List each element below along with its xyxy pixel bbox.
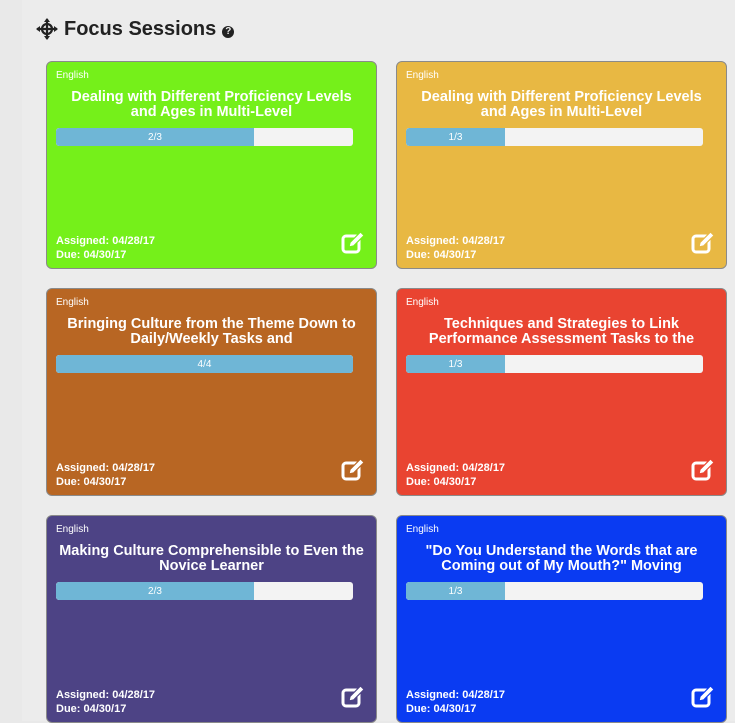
- edit-icon[interactable]: [340, 684, 366, 710]
- progress-fill: 1/3: [406, 128, 505, 146]
- card-subject: English: [406, 297, 439, 308]
- card-title[interactable]: Making Culture Comprehensible to Even th…: [57, 544, 366, 574]
- session-card[interactable]: English Making Culture Comprehensible to…: [46, 515, 377, 723]
- progress-fill: 1/3: [406, 355, 505, 373]
- due-date: Due: 04/30/17: [56, 703, 127, 715]
- card-dates: Assigned: 04/28/17 Due: 04/30/17: [406, 461, 505, 489]
- progress-fill: 1/3: [406, 582, 505, 600]
- assigned-date: Assigned: 04/28/17: [406, 462, 506, 474]
- section-header: Focus Sessions ?: [36, 14, 235, 44]
- session-card[interactable]: English Bringing Culture from the Theme …: [46, 288, 377, 496]
- card-dates: Assigned: 04/28/17 Due: 04/30/17: [406, 688, 505, 716]
- assigned-date: Assigned: 04/28/17: [56, 235, 156, 247]
- progress-bar: 1/3: [406, 582, 703, 600]
- session-card-grid: English Dealing with Different Proficien…: [46, 61, 727, 723]
- card-subject: English: [56, 524, 89, 535]
- edit-icon[interactable]: [690, 230, 716, 256]
- page-title: Focus Sessions: [64, 17, 217, 40]
- progress-bar: 1/3: [406, 355, 703, 373]
- assigned-date: Assigned: 04/28/17: [406, 235, 506, 247]
- assigned-date: Assigned: 04/28/17: [56, 689, 156, 701]
- card-title[interactable]: Dealing with Different Proficiency Level…: [407, 90, 716, 120]
- progress-bar: 4/4: [56, 355, 353, 373]
- card-dates: Assigned: 04/28/17 Due: 04/30/17: [56, 688, 155, 716]
- card-subject: English: [406, 524, 439, 535]
- due-date: Due: 04/30/17: [406, 476, 477, 488]
- card-subject: English: [56, 70, 89, 81]
- card-dates: Assigned: 04/28/17 Due: 04/30/17: [406, 234, 505, 262]
- question-circle-icon[interactable]: ?: [222, 26, 235, 38]
- edit-icon[interactable]: [340, 457, 366, 483]
- due-date: Due: 04/30/17: [56, 476, 127, 488]
- card-dates: Assigned: 04/28/17 Due: 04/30/17: [56, 461, 155, 489]
- session-card[interactable]: English Techniques and Strategies to Lin…: [396, 288, 727, 496]
- progress-bar: 1/3: [406, 128, 703, 146]
- card-subject: English: [406, 70, 439, 81]
- crosshair-move-icon: [36, 18, 58, 40]
- card-title[interactable]: Techniques and Strategies to Link Perfor…: [407, 317, 716, 347]
- progress-fill: 2/3: [56, 582, 254, 600]
- session-card[interactable]: English Dealing with Different Proficien…: [396, 61, 727, 269]
- progress-fill: 2/3: [56, 128, 254, 146]
- edit-icon[interactable]: [340, 230, 366, 256]
- assigned-date: Assigned: 04/28/17: [56, 462, 156, 474]
- card-title[interactable]: Dealing with Different Proficiency Level…: [57, 90, 366, 120]
- session-card[interactable]: English "Do You Understand the Words tha…: [396, 515, 727, 723]
- progress-fill: 4/4: [56, 355, 353, 373]
- assigned-date: Assigned: 04/28/17: [406, 689, 506, 701]
- progress-bar: 2/3: [56, 128, 353, 146]
- edit-icon[interactable]: [690, 684, 716, 710]
- card-dates: Assigned: 04/28/17 Due: 04/30/17: [56, 234, 155, 262]
- due-date: Due: 04/30/17: [406, 703, 477, 715]
- session-card[interactable]: English Dealing with Different Proficien…: [46, 61, 377, 269]
- due-date: Due: 04/30/17: [406, 249, 477, 261]
- edit-icon[interactable]: [690, 457, 716, 483]
- progress-bar: 2/3: [56, 582, 353, 600]
- card-subject: English: [56, 297, 89, 308]
- due-date: Due: 04/30/17: [56, 249, 127, 261]
- card-title[interactable]: "Do You Understand the Words that are Co…: [407, 544, 716, 574]
- card-title[interactable]: Bringing Culture from the Theme Down to …: [57, 317, 366, 347]
